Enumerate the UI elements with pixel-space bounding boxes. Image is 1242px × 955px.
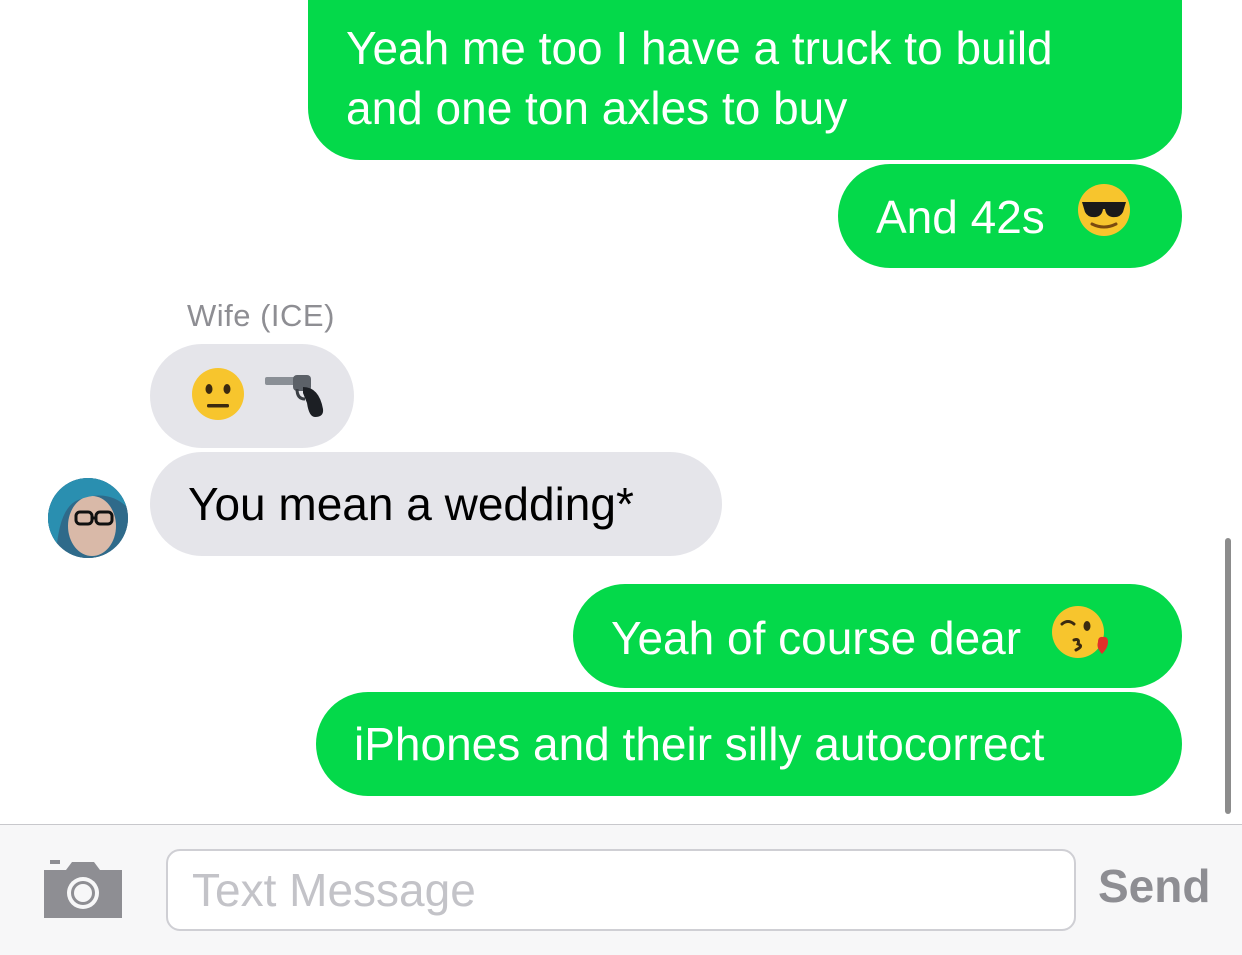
camera-icon[interactable] bbox=[44, 860, 122, 920]
received-message-bubble[interactable]: You mean a wedding* bbox=[150, 452, 722, 556]
message-text-field[interactable] bbox=[166, 849, 1076, 931]
sunglasses-emoji-icon bbox=[1076, 182, 1132, 252]
kiss-emoji-icon bbox=[1050, 602, 1112, 674]
sender-name-label: Wife (ICE) bbox=[187, 298, 335, 333]
send-button[interactable]: Send bbox=[1098, 859, 1210, 913]
scrollbar[interactable] bbox=[1225, 538, 1231, 814]
sent-message-bubble[interactable]: Yeah of course dear bbox=[573, 584, 1182, 688]
neutral-face-emoji-icon bbox=[190, 366, 246, 436]
sent-message-bubble[interactable]: And 42s bbox=[838, 164, 1182, 268]
message-text: Yeah of course dear bbox=[611, 612, 1022, 665]
pistol-emoji-icon bbox=[263, 369, 329, 433]
received-message-bubble[interactable] bbox=[150, 344, 354, 448]
avatar-image bbox=[48, 478, 128, 558]
message-input-bar: Send bbox=[0, 824, 1242, 955]
sent-message-bubble[interactable]: Yeah me too I have a truck to build and … bbox=[308, 0, 1182, 160]
contact-avatar[interactable] bbox=[48, 478, 128, 558]
conversation-screen: Yeah me too I have a truck to build and … bbox=[0, 0, 1242, 955]
message-text: And 42s bbox=[876, 191, 1045, 244]
sent-message-bubble[interactable]: iPhones and their silly autocorrect bbox=[316, 692, 1182, 796]
